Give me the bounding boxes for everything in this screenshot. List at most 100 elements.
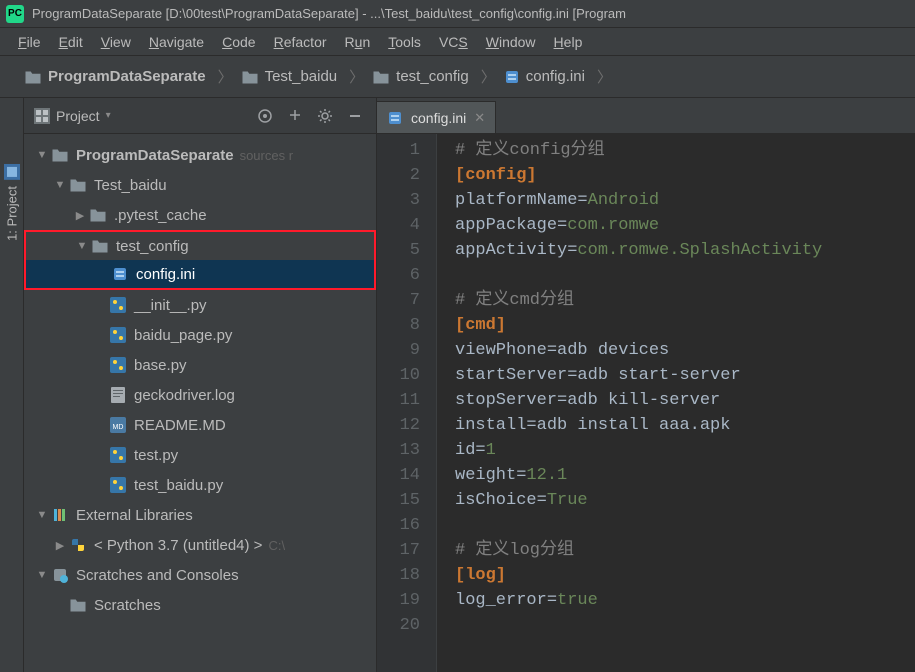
menu-help[interactable]: Help [546, 32, 591, 52]
menu-vcs[interactable]: VCS [431, 32, 476, 52]
tree-init-py[interactable]: · __init__.py [24, 290, 376, 320]
code-text: isChoice [455, 491, 537, 510]
tool-window-bar: 1: Project [0, 98, 24, 672]
tree-config-ini[interactable]: · config.ini [24, 260, 376, 290]
project-panel-header: Project ▾ [24, 98, 376, 134]
folder-icon [372, 70, 390, 84]
line-num: 1 [377, 138, 420, 163]
tree-item-label: Scratches and Consoles [76, 567, 239, 584]
breadcrumb: ProgramDataSeparate 〉 Test_baidu 〉 test_… [0, 56, 915, 98]
menu-file[interactable]: File [10, 32, 49, 52]
chevron-right-icon: 〉 [218, 66, 233, 87]
code-text: platformName [455, 191, 577, 210]
expand-arrow-icon[interactable]: ▶ [72, 209, 88, 222]
code-text: adb start-server [577, 366, 740, 385]
menubar: File Edit View Navigate Code Refactor Ru… [0, 28, 915, 56]
code-body[interactable]: # 定义config分组 [config] platformName=Andro… [437, 134, 822, 672]
library-icon [50, 506, 70, 524]
menu-navigate[interactable]: Navigate [141, 32, 212, 52]
crumb-3[interactable]: config.ini 〉 [500, 66, 616, 87]
code-text: [config] [455, 166, 537, 185]
ini-file-icon [504, 69, 520, 85]
line-num: 10 [377, 363, 420, 388]
menu-tools[interactable]: Tools [380, 32, 429, 52]
menu-code[interactable]: Code [214, 32, 263, 52]
code-text: Android [588, 191, 659, 210]
tree-base[interactable]: · base.py [24, 350, 376, 380]
tree-item-label: baidu_page.py [134, 327, 232, 344]
tree-pytest-cache[interactable]: ▶ .pytest_cache [24, 200, 376, 230]
code-text: viewPhone [455, 341, 547, 360]
tree-test-py[interactable]: · test.py [24, 440, 376, 470]
python-file-icon [108, 476, 128, 494]
project-tree[interactable]: ▼ ProgramDataSeparate sources r ▼ Test_b… [24, 134, 376, 672]
line-num: 3 [377, 188, 420, 213]
code-text: 1 [486, 441, 496, 460]
crumb-root[interactable]: ProgramDataSeparate 〉 [20, 66, 237, 87]
code-text: install [455, 416, 526, 435]
collapse-all-button[interactable] [284, 105, 306, 127]
tree-item-label: External Libraries [76, 507, 193, 524]
python-file-icon [108, 446, 128, 464]
code-text: com.romwe [567, 216, 659, 235]
editor-content[interactable]: 1 2 3 4 5 6 7 8 9 10 11 12 13 14 15 16 1… [377, 134, 915, 672]
crumb-2[interactable]: test_config 〉 [368, 66, 500, 87]
menu-window[interactable]: Window [478, 32, 544, 52]
titlebar: PC ProgramDataSeparate [D:\00test\Progra… [0, 0, 915, 28]
code-text: stopServer [455, 391, 557, 410]
chevron-down-icon: ▾ [106, 110, 111, 121]
code-text: 12.1 [526, 466, 567, 485]
chevron-right-icon: 〉 [597, 66, 612, 87]
crumb-1[interactable]: Test_baidu 〉 [237, 66, 369, 87]
python-file-icon [108, 356, 128, 374]
line-num: 16 [377, 513, 420, 538]
text-file-icon [108, 386, 128, 404]
tree-item-label: .pytest_cache [114, 207, 207, 224]
code-text: adb kill-server [567, 391, 720, 410]
tree-test-baidu[interactable]: ▼ Test_baidu [24, 170, 376, 200]
tab-config-ini[interactable]: config.ini ✕ [377, 101, 496, 133]
gutter: 1 2 3 4 5 6 7 8 9 10 11 12 13 14 15 16 1… [377, 134, 437, 672]
settings-button[interactable] [314, 105, 336, 127]
tree-scratches-sub[interactable]: · Scratches [24, 590, 376, 620]
tree-scratches[interactable]: ▼ Scratches and Consoles [24, 560, 376, 590]
expand-arrow-icon[interactable]: ▼ [34, 149, 50, 161]
menu-refactor[interactable]: Refactor [266, 32, 335, 52]
menu-view[interactable]: View [93, 32, 139, 52]
menu-run[interactable]: Run [337, 32, 379, 52]
tree-external-libraries[interactable]: ▼ External Libraries [24, 500, 376, 530]
tree-item-label: Scratches [94, 597, 161, 614]
close-tab-icon[interactable]: ✕ [474, 110, 485, 126]
tree-test-config[interactable]: ▼ test_config [24, 230, 376, 260]
tree-root-extra: sources r [240, 148, 293, 163]
line-num: 6 [377, 263, 420, 288]
project-view-selector[interactable]: Project ▾ [34, 108, 111, 124]
hide-button[interactable] [344, 105, 366, 127]
code-text: # 定义cmd分组 [455, 291, 574, 310]
tree-python37[interactable]: ▶ < Python 3.7 (untitled4) > C:\ [24, 530, 376, 560]
line-num: 5 [377, 238, 420, 263]
ini-file-icon [110, 265, 130, 283]
tree-test-baidu-py[interactable]: · test_baidu.py [24, 470, 376, 500]
expand-arrow-icon[interactable]: ▼ [34, 569, 50, 581]
scratches-icon [50, 566, 70, 584]
tree-item-label: README.MD [134, 417, 226, 434]
tree-readme[interactable]: · MD README.MD [24, 410, 376, 440]
line-num: 7 [377, 288, 420, 313]
menu-edit[interactable]: Edit [51, 32, 91, 52]
tool-tab-project[interactable]: 1: Project [4, 164, 20, 241]
tree-item-label: geckodriver.log [134, 387, 235, 404]
tree-baidu-page[interactable]: · baidu_page.py [24, 320, 376, 350]
tree-geckodriver[interactable]: · geckodriver.log [24, 380, 376, 410]
expand-arrow-icon[interactable]: ▼ [34, 509, 50, 521]
expand-arrow-icon[interactable]: ▼ [52, 179, 68, 191]
code-text: [log] [455, 566, 506, 585]
tree-root[interactable]: ▼ ProgramDataSeparate sources r [24, 140, 376, 170]
line-num: 2 [377, 163, 420, 188]
app-icon: PC [6, 5, 24, 23]
locate-button[interactable] [254, 105, 276, 127]
code-text: [cmd] [455, 316, 506, 335]
expand-arrow-icon[interactable]: ▼ [74, 240, 90, 252]
expand-arrow-icon[interactable]: ▶ [52, 539, 68, 552]
python-file-icon [108, 296, 128, 314]
